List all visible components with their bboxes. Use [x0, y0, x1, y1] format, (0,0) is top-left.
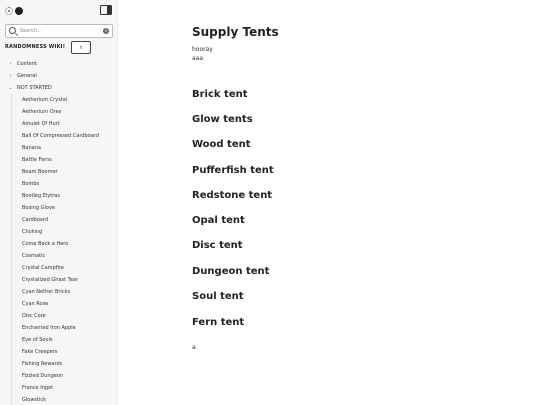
sun-icon [5, 6, 13, 15]
tree-item[interactable]: Aetherium Ores [0, 106, 117, 118]
tree-item[interactable]: Cyan Rose [0, 298, 117, 310]
wiki-header: RANDOMNESS WIKI! ⌄ ⌃ [5, 41, 115, 54]
tree-item[interactable]: Disc Core [0, 310, 117, 322]
search-input[interactable] [20, 26, 100, 36]
moon-icon [15, 6, 23, 15]
chevron-right-icon: › [9, 61, 12, 67]
paragraph: hooray [192, 46, 213, 53]
section-heading: Disc tent [192, 240, 243, 251]
tree-item[interactable]: Choking [0, 226, 117, 238]
chevron-right-icon: › [9, 73, 12, 79]
tree-item[interactable]: Beam Boomer [0, 166, 117, 178]
tree-item[interactable]: Cyan Nether Bricks [0, 286, 117, 298]
section-heading: Dungeon tent [192, 266, 270, 277]
tree-item[interactable]: Crystalized Ghast Tear [0, 274, 117, 286]
section-heading: Glow tents [192, 114, 253, 125]
section-heading: Soul tent [192, 291, 244, 302]
tree-item[interactable]: Aetherium Crystal [0, 94, 117, 106]
clear-search-icon[interactable]: × [103, 28, 109, 34]
tree-folder-content[interactable]: › Content [0, 58, 117, 70]
tree-folder-not-started[interactable]: ⌄ NOT STARTED [0, 82, 117, 94]
sidebar-toolbar [0, 0, 117, 20]
chevron-up-icon: ⌃ [78, 46, 84, 53]
tree-item[interactable]: Cosmatic [0, 250, 117, 262]
tree-item[interactable]: Fishing Rewards [0, 358, 117, 370]
tree-folder-label: Content [17, 61, 37, 67]
collapse-all-button[interactable]: ⌄ ⌃ [71, 41, 91, 54]
tree-item[interactable]: Battle Ferns [0, 154, 117, 166]
tree-item[interactable]: Bombs [0, 178, 117, 190]
search-icon [9, 27, 16, 34]
tree-item[interactable]: Boxing Glove [0, 202, 117, 214]
layout-toggle-icon[interactable] [100, 5, 112, 15]
section-heading: Pufferfish tent [192, 165, 274, 176]
wiki-title[interactable]: RANDOMNESS WIKI! [5, 44, 65, 50]
section-heading: Redstone tent [192, 190, 273, 201]
tree-folder-label: NOT STARTED [17, 85, 52, 91]
tree-item[interactable]: Ball Of Compressed Cardboard [0, 130, 117, 142]
theme-toggle[interactable] [5, 6, 24, 15]
tree-item[interactable]: Fizzled Dungeon [0, 370, 117, 382]
tree-item[interactable]: France Ingot [0, 382, 117, 394]
tree-item[interactable]: Amulet Of Hurt [0, 118, 117, 130]
sidebar: × RANDOMNESS WIKI! ⌄ ⌃ › Content › Gener… [0, 0, 118, 405]
tree-item[interactable]: Cardboard [0, 214, 117, 226]
tree-folder-general[interactable]: › General [0, 70, 117, 82]
tree-item[interactable]: Come Back a Hero [0, 238, 117, 250]
not-started-children: Aetherium Crystal Aetherium Ores Amulet … [0, 94, 117, 405]
tree-folder-label: General [17, 73, 37, 79]
tree-item[interactable]: Crystal Campfire [0, 262, 117, 274]
paragraph: aaa [192, 55, 204, 62]
section-heading: Opal tent [192, 215, 245, 226]
tree-item[interactable]: Glowstick [0, 394, 117, 405]
file-tree: › Content › General ⌄ NOT STARTED Aether… [0, 58, 117, 405]
section-heading: Wood tent [192, 139, 251, 150]
tree-item[interactable]: Fake Creepers [0, 346, 117, 358]
paragraph: a [192, 344, 196, 351]
tree-item[interactable]: Banana [0, 142, 117, 154]
search-box: × [5, 24, 113, 38]
tree-item[interactable]: Enchanted Iron Apple [0, 322, 117, 334]
section-heading: Brick tent [192, 89, 248, 100]
chevron-down-icon: ⌄ [8, 85, 13, 91]
tree-item[interactable]: Bootleg Elytras [0, 190, 117, 202]
tree-item[interactable]: Eye of Souls [0, 334, 117, 346]
page-title: Supply Tents [192, 25, 279, 39]
section-heading: Fern tent [192, 317, 245, 328]
